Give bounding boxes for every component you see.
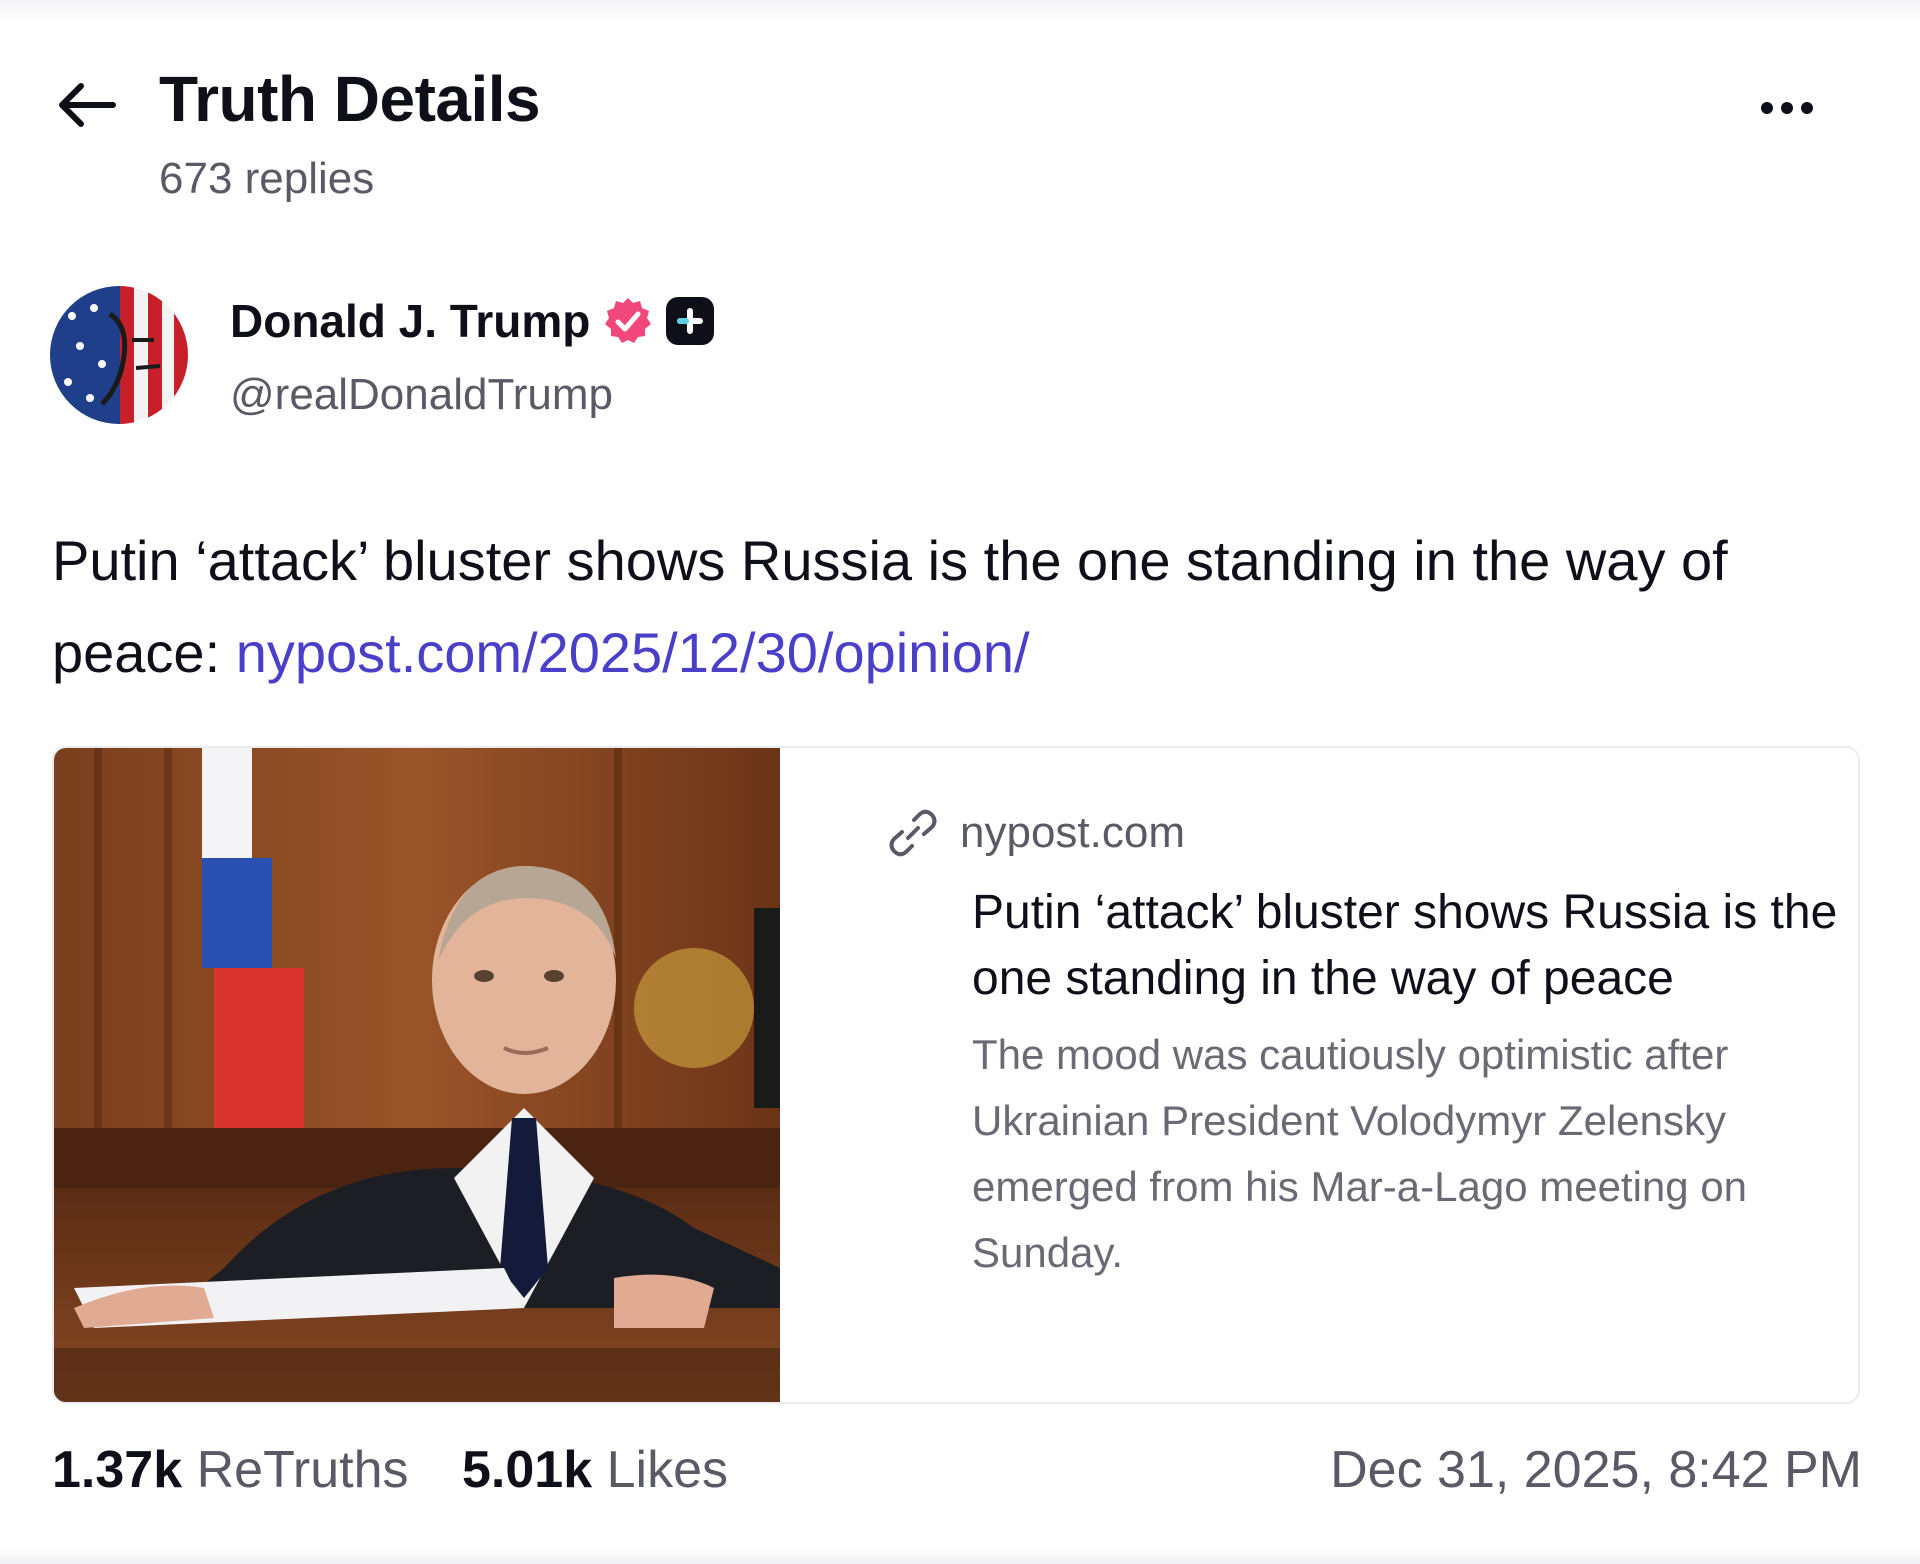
avatar-image <box>50 286 188 424</box>
link-preview-card[interactable]: nypost.com Putin ‘attack’ bluster shows … <box>52 746 1860 1404</box>
verified-badge-icon <box>605 298 652 343</box>
link-description: The mood was cautiously optimistic after… <box>972 1031 1748 1276</box>
likes-count: 5.01k <box>462 1441 593 1499</box>
avatar[interactable] <box>50 286 188 424</box>
more-options-button[interactable] <box>1742 78 1832 138</box>
top-edge <box>0 0 1920 22</box>
retruths-stat[interactable]: 1.37k ReTruths <box>52 1440 409 1500</box>
link-domain-row: nypost.com <box>836 806 1796 860</box>
post-text: Putin ‘attack’ bluster shows Russia is t… <box>52 515 1852 699</box>
post-stats: 1.37k ReTruths 5.01k Likes Dec 31, 2025,… <box>52 1440 1862 1510</box>
more-horizontal-icon <box>1761 102 1773 114</box>
display-name[interactable]: Donald J. Trump <box>230 294 590 348</box>
link-preview-image <box>54 748 780 1402</box>
retruths-label: ReTruths <box>196 1441 409 1499</box>
likes-label: Likes <box>606 1441 728 1499</box>
link-title: Putin ‘attack’ bluster shows Russia is t… <box>972 886 1838 1005</box>
link-preview-body: nypost.com Putin ‘attack’ bluster shows … <box>836 806 1837 1286</box>
post-timestamp: Dec 31, 2025, 8:42 PM <box>1330 1441 1862 1499</box>
page-header: Truth Details 673 replies <box>52 58 1872 208</box>
link-icon <box>889 809 937 857</box>
retruths-count: 1.37k <box>52 1441 183 1499</box>
page-title: Truth Details <box>159 63 541 135</box>
back-button[interactable] <box>52 70 122 140</box>
bottom-edge <box>0 1548 1920 1564</box>
truth-plus-icon <box>666 297 715 345</box>
post-link[interactable]: nypost.com/2025/12/30/opinion/ <box>236 621 1030 684</box>
link-domain: nypost.com <box>960 808 1185 857</box>
reply-count: 673 replies <box>159 154 375 203</box>
arrow-left-icon <box>59 83 116 127</box>
author-handle[interactable]: @realDonaldTrump <box>230 370 613 420</box>
display-name-row: Donald J. Trump <box>230 294 715 348</box>
post-author: Donald J. Trump @realDonaldTrump <box>50 286 950 426</box>
likes-stat[interactable]: 5.01k Likes <box>462 1440 728 1500</box>
